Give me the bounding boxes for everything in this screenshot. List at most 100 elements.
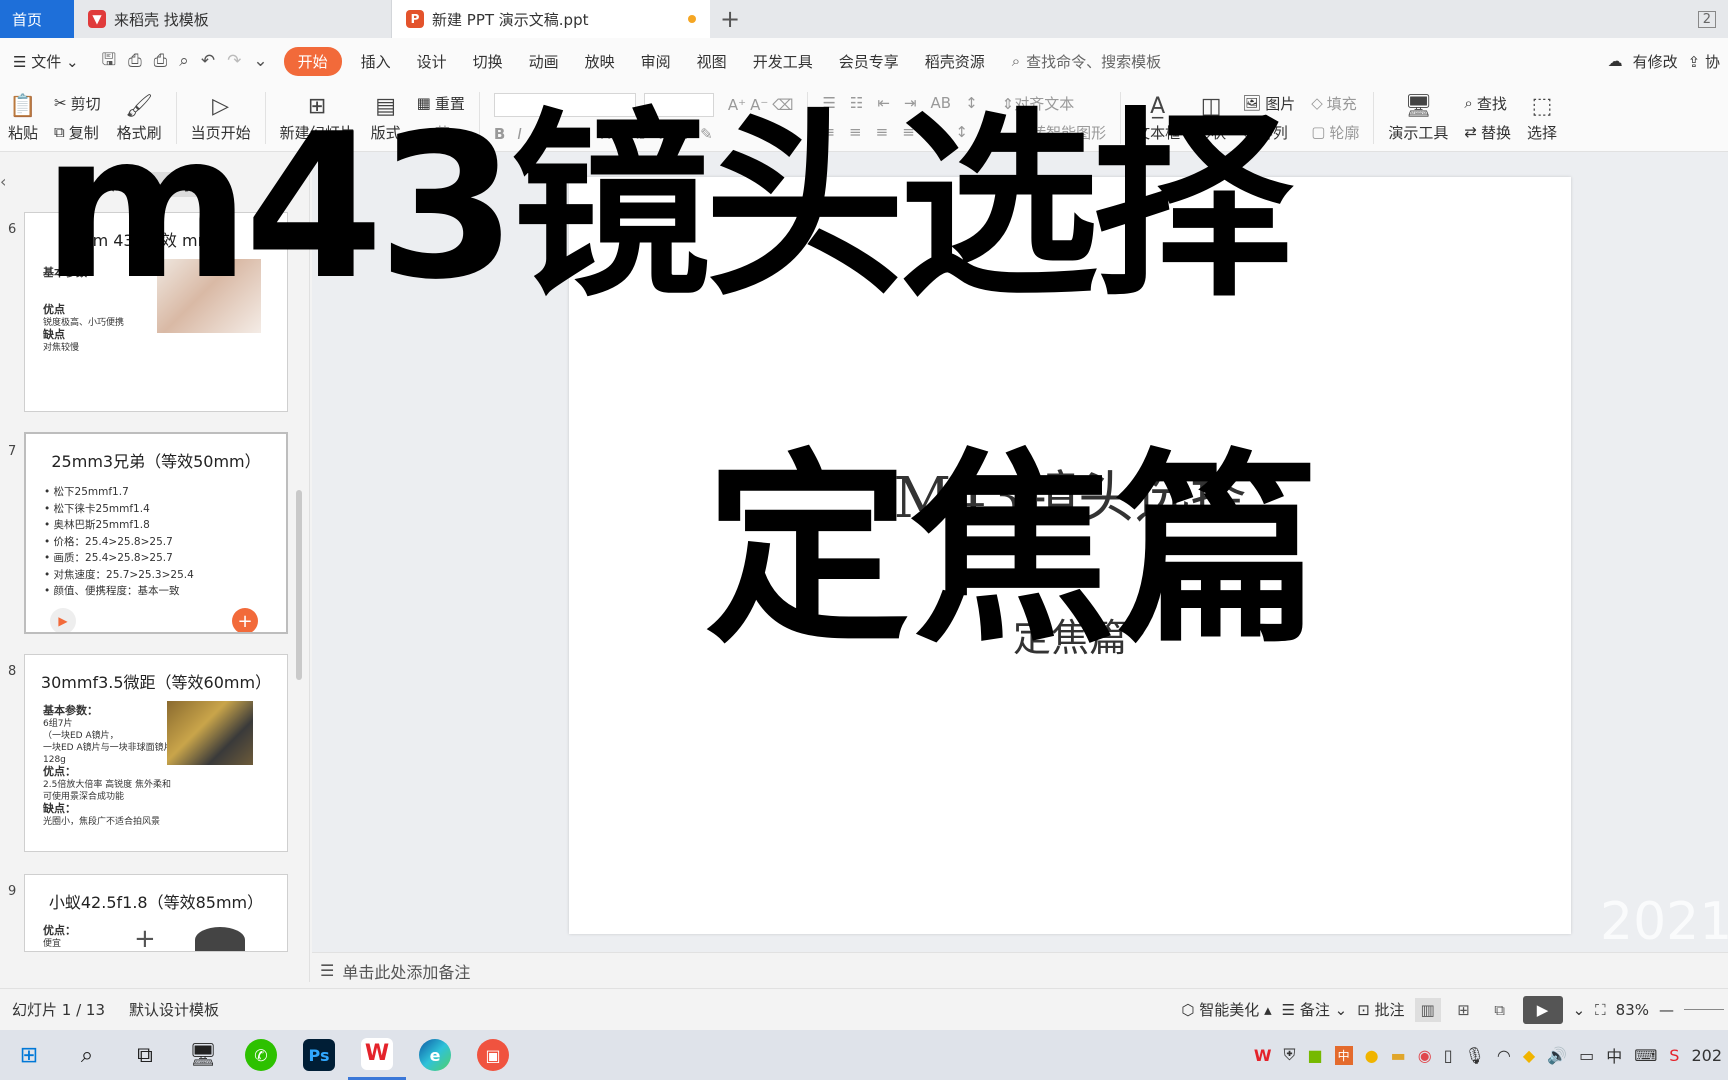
fit-window-icon[interactable]: ⛶ — [1595, 1001, 1606, 1019]
usb-icon[interactable]: ▯ — [1444, 1046, 1453, 1065]
notes-area[interactable]: ☰ 单击此处添加备注 — [312, 952, 1728, 988]
export-pdf-icon[interactable]: ⎙ — [128, 51, 142, 71]
wps-tray-icon[interactable]: W — [1254, 1046, 1272, 1065]
overlay-subtitle: 定焦篇 — [705, 433, 1320, 671]
replace-icon: ⇄ — [1464, 123, 1477, 141]
file-menu[interactable]: ☰ 文件 ⌄ — [0, 51, 92, 72]
thumbnail-photo — [167, 701, 253, 765]
collapse-panel-icon[interactable]: ‹ — [0, 172, 6, 191]
menu-item-animation[interactable]: 动画 — [516, 51, 572, 72]
unsaved-status[interactable]: 有修改 — [1633, 51, 1678, 72]
battery-icon[interactable]: ▭ — [1579, 1046, 1594, 1065]
shield-icon[interactable]: ⛨ — [1284, 1045, 1296, 1065]
comments-button[interactable]: ⊡ 批注 — [1357, 999, 1404, 1020]
slideshow-options-icon[interactable]: ⌄ — [1573, 1001, 1586, 1019]
computer-icon[interactable]: 🖥 — [174, 1030, 232, 1080]
fill-button[interactable]: ◇ 填充 — [1311, 93, 1359, 114]
menu-item-docer[interactable]: 稻壳资源 — [912, 51, 998, 72]
notes-icon: ☰ — [320, 961, 335, 980]
date-watermark: 2021.0 — [1600, 892, 1728, 952]
slide-thumbnail-9[interactable]: 小蚁42.5f1.8（等效85mm） 优点： 便宜 — [24, 874, 288, 952]
panel-scrollbar[interactable] — [296, 490, 302, 680]
save-icon[interactable]: 🖫 — [102, 47, 116, 76]
zoom-level[interactable]: 83% — [1616, 1001, 1649, 1019]
wechat-icon[interactable]: ✆ — [232, 1030, 290, 1080]
menu-item-developer[interactable]: 开发工具 — [740, 51, 826, 72]
redo-icon[interactable]: ↷ — [227, 51, 241, 71]
wps-icon[interactable]: W — [348, 1030, 406, 1080]
template-name[interactable]: 默认设计模板 — [117, 999, 231, 1020]
zoom-slider[interactable] — [1684, 1009, 1724, 1010]
menu-item-design[interactable]: 设计 — [404, 51, 460, 72]
select-button[interactable]: ⬚ 选择 — [1519, 92, 1565, 143]
status-bar: 幻灯片 1 / 13 默认设计模板 ⬡ 智能美化 ▴ ☰ 备注 ⌄ ⊡ 批注 ▥… — [0, 988, 1728, 1030]
docer-logo-icon: ▼ — [88, 10, 106, 28]
command-search[interactable]: ⌕ 查找命令、搜索模板 — [998, 51, 1161, 72]
document-tab[interactable]: P 新建 PPT 演示文稿.ppt — [392, 0, 710, 38]
outline-button[interactable]: ▢ 轮廓 — [1311, 122, 1359, 143]
sorter-view-icon[interactable]: ⊞ — [1451, 998, 1477, 1022]
paste-button[interactable]: 📋 粘贴 — [0, 92, 46, 143]
new-tab-button[interactable]: + — [710, 0, 750, 38]
recorder-icon[interactable]: ▣ — [464, 1030, 522, 1080]
status-icon[interactable]: ● — [1365, 1046, 1379, 1065]
menu-item-review[interactable]: 审阅 — [628, 51, 684, 72]
sogou-icon[interactable]: S — [1669, 1046, 1679, 1065]
notes-toggle-button[interactable]: ☰ 备注 ⌄ — [1282, 999, 1348, 1020]
present-tools-button[interactable]: 🖥 演示工具 — [1380, 92, 1456, 143]
volume-icon[interactable]: 🔊 — [1547, 1046, 1567, 1065]
menu-item-slideshow[interactable]: 放映 — [572, 51, 628, 72]
ime-icon[interactable]: 中 — [1606, 1043, 1622, 1067]
add-slide-icon[interactable]: + — [232, 608, 258, 632]
overlay-title: m43镜头选择 — [42, 91, 1293, 324]
thumbnail-bullets: 松下25mmf1.7 松下徕卡25mmf1.4 奥林巴斯25mmf1.8 价格：… — [44, 484, 286, 600]
zoom-out-icon[interactable]: — — [1659, 1001, 1674, 1019]
slideshow-play-button[interactable]: ▶ — [1522, 995, 1563, 1024]
tray-app-icon[interactable]: ◉ — [1418, 1046, 1432, 1065]
docer-tab[interactable]: ▼ 来稻壳 找模板 — [74, 0, 392, 38]
microphone-icon[interactable]: 🎙 — [1465, 1046, 1485, 1065]
reading-view-icon[interactable]: ⧉ — [1487, 998, 1513, 1022]
slide-thumbnail-8[interactable]: 30mmf3.5微距（等效60mm） 基本参数： 6组7片 （一块ED A镜片，… — [24, 654, 288, 852]
system-tray: W ⛨ ■ 中 ● ▬ ◉ ▯ 🎙 ◠ ◆ 🔊 ▭ 中 ⌨ S 202 — [1254, 1043, 1728, 1067]
print-preview-icon[interactable]: ⌕ — [179, 51, 189, 71]
replace-button[interactable]: ⇄ 替换 — [1464, 122, 1511, 143]
menu-item-transitions[interactable]: 切换 — [460, 51, 516, 72]
slide-thumbnail-7[interactable]: 25mm3兄弟（等效50mm） 松下25mmf1.7 松下徕卡25mmf1.4 … — [24, 432, 288, 634]
find-button[interactable]: ⌕ 查找 — [1464, 93, 1511, 114]
undo-icon[interactable]: ↶ — [201, 51, 215, 71]
clipboard-icon: 📋 — [9, 94, 37, 119]
menu-item-view[interactable]: 视图 — [684, 51, 740, 72]
edge-icon[interactable]: e — [406, 1030, 464, 1080]
photoshop-icon[interactable]: Ps — [290, 1030, 348, 1080]
task-view-icon[interactable]: ⧉ — [116, 1030, 174, 1080]
search-icon[interactable]: ⌕ — [58, 1030, 116, 1080]
unsaved-dot-icon — [688, 15, 696, 23]
print-icon[interactable]: ⎙ — [154, 51, 168, 71]
thumbnail-title: 小蚁42.5f1.8（等效85mm） — [48, 893, 264, 912]
windows-start-icon[interactable]: ⊞ — [0, 1030, 58, 1080]
add-slide-button[interactable]: + — [134, 924, 156, 954]
play-slide-icon[interactable]: ▶ — [50, 608, 76, 632]
slide-number: 8 — [8, 664, 17, 679]
keyboard-icon[interactable]: ⌨ — [1634, 1046, 1657, 1065]
menu-item-home[interactable]: 开始 — [283, 46, 342, 76]
collab-button[interactable]: ⇪ 协 — [1688, 51, 1720, 72]
folder-icon[interactable]: ▬ — [1391, 1046, 1406, 1065]
customize-dropdown-icon[interactable]: ⌄ — [253, 51, 267, 71]
window-switch-icon[interactable]: 2 — [1697, 0, 1728, 38]
divider — [1373, 91, 1375, 144]
home-tab[interactable]: 首页 — [0, 0, 74, 38]
ime-cn-icon[interactable]: 中 — [1334, 1045, 1353, 1065]
gpu-icon[interactable]: ■ — [1308, 1046, 1323, 1065]
beautify-button[interactable]: ⬡ 智能美化 ▴ — [1181, 999, 1271, 1020]
normal-view-icon[interactable]: ▥ — [1414, 997, 1441, 1022]
cursor-select-icon: ⬚ — [1531, 94, 1553, 119]
menu-item-insert[interactable]: 插入 — [348, 51, 404, 72]
security-icon[interactable]: ◆ — [1523, 1046, 1535, 1065]
outline-icon: ▢ — [1311, 123, 1326, 141]
ppt-logo-icon: P — [406, 10, 424, 28]
wifi-icon[interactable]: ◠ — [1497, 1046, 1511, 1065]
cloud-sync-icon[interactable]: ☁ — [1608, 52, 1623, 70]
menu-item-member[interactable]: 会员专享 — [826, 51, 912, 72]
